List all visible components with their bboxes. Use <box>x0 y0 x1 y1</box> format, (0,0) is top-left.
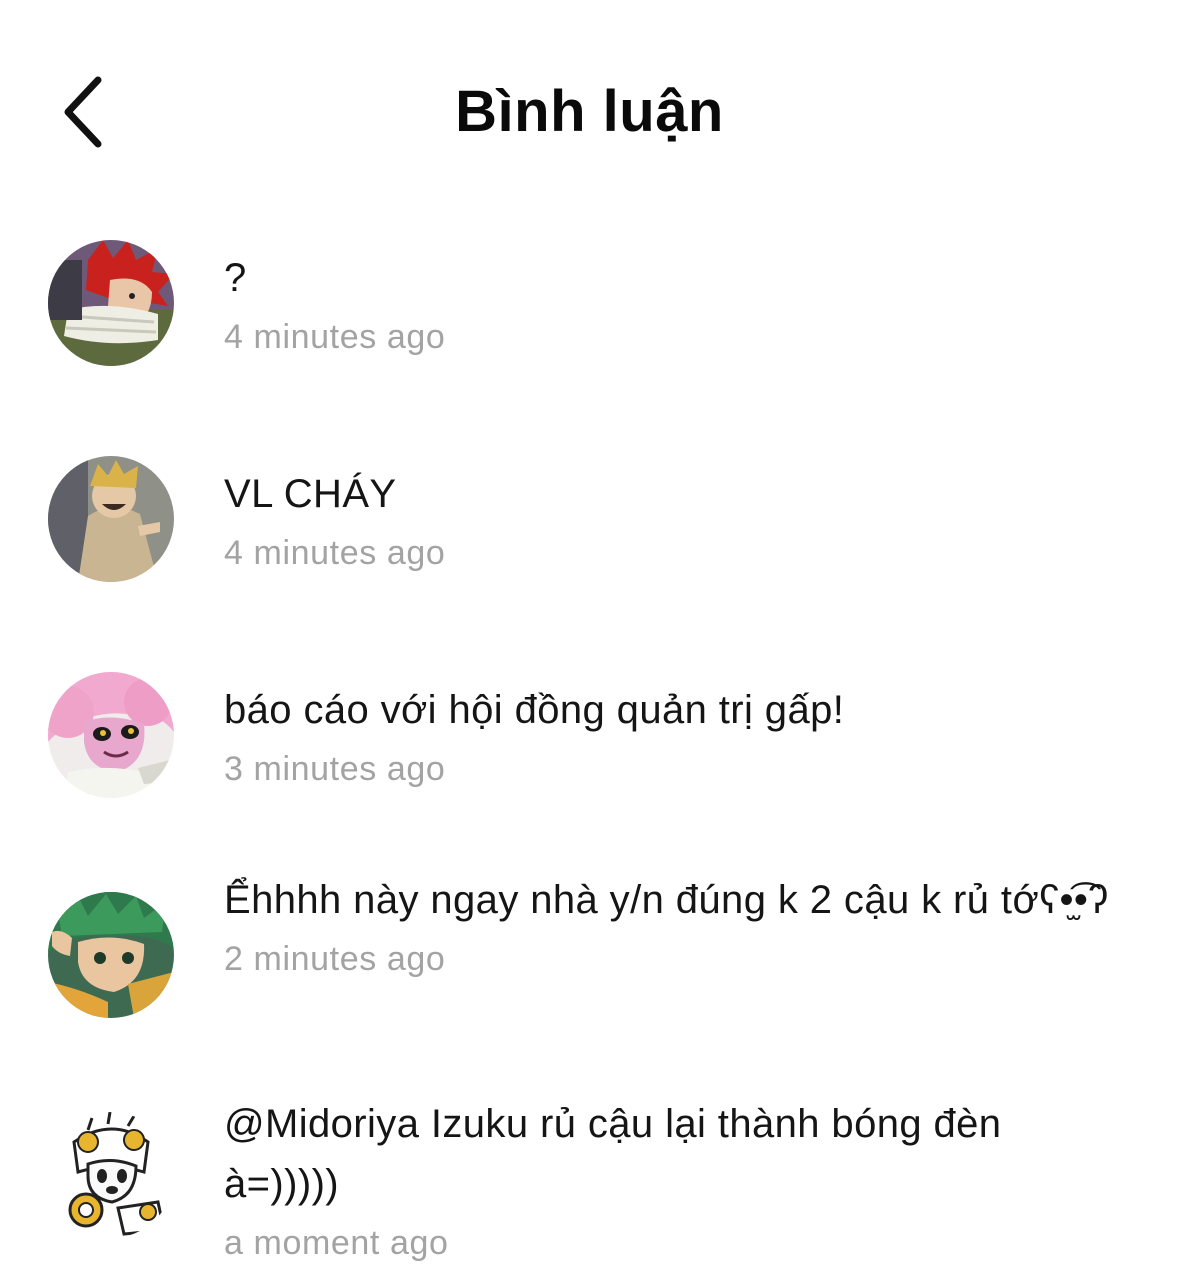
comment-timestamp: 4 minutes ago <box>224 318 446 356</box>
comment-text: báo cáo với hội đồng quản trị gấp! <box>224 688 845 732</box>
comment-text: @Midoriya Izuku rủ cậu lại thành bóng đè… <box>224 1102 1013 1206</box>
header: Bình luận <box>0 0 1179 200</box>
avatar[interactable] <box>48 456 174 582</box>
comment-timestamp: 4 minutes ago <box>224 534 446 572</box>
avatar[interactable] <box>48 892 174 1018</box>
avatar[interactable] <box>48 1112 174 1238</box>
comment-text: ? <box>224 256 247 300</box>
avatar[interactable] <box>48 672 174 798</box>
comment-timestamp: 3 minutes ago <box>224 750 446 788</box>
comment-timestamp: a moment ago <box>224 1224 449 1262</box>
comment-text: Ểhhhh này ngay nhà y/n đúng k 2 cậu k rủ… <box>224 878 1109 922</box>
comment-text: VL CHÁY <box>224 472 397 516</box>
page-title: Bình luận <box>455 79 724 144</box>
comment-timestamp: 2 minutes ago <box>224 940 446 978</box>
avatar[interactable] <box>48 240 174 366</box>
